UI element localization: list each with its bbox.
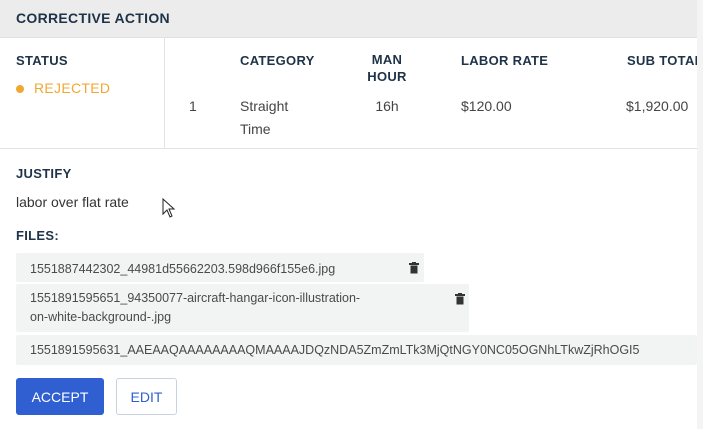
column-header-sub-total: SUB TOTAL — [627, 53, 697, 68]
status-column: STATUS REJECTED — [0, 38, 165, 148]
status-label: STATUS — [16, 53, 68, 68]
section-header: CORRECTIVE ACTION — [0, 0, 697, 38]
file-item[interactable]: 1551891595631_AAEAAQAAAAAAAAQMAAAAJDQzND… — [16, 335, 697, 365]
scroll-gutter — [697, 0, 703, 429]
row-labor-rate: $120.00 — [461, 98, 512, 114]
column-header-category: CATEGORY — [240, 53, 315, 68]
accept-button[interactable]: ACCEPT — [16, 378, 104, 415]
column-header-man-hour: MAN HOUR — [357, 51, 417, 85]
file-name-line2[interactable]: on-white-background-.jpg — [30, 308, 360, 327]
file-item[interactable]: 1551891595651_94350077-aircraft-hangar-i… — [16, 284, 469, 332]
trash-icon[interactable] — [409, 262, 419, 274]
row-man-hour: 16h — [375, 98, 399, 114]
row-sub-total: $1,920.00 — [626, 98, 689, 114]
column-header-labor-rate: LABOR RATE — [461, 53, 549, 68]
row-category-line2: Time — [240, 121, 271, 137]
file-name-line1[interactable]: 1551891595651_94350077-aircraft-hangar-i… — [30, 289, 360, 308]
section-title: CORRECTIVE ACTION — [16, 10, 170, 26]
corrective-action-summary: STATUS REJECTED CATEGORY MAN HOUR LABOR … — [0, 38, 697, 149]
file-item[interactable]: 1551887442302_44981d55662203.598d966f155… — [16, 253, 424, 282]
status-badge: REJECTED — [34, 80, 111, 96]
justify-text: labor over flat rate — [16, 194, 129, 210]
file-name[interactable]: 1551891595651_94350077-aircraft-hangar-i… — [30, 289, 360, 327]
trash-icon[interactable] — [455, 293, 465, 305]
mouse-cursor-icon — [162, 198, 176, 218]
labor-table: CATEGORY MAN HOUR LABOR RATE SUB TOTAL 1… — [165, 38, 697, 148]
row-category-line1: Straight — [240, 98, 289, 114]
status-dot-icon — [16, 85, 24, 93]
row-category: Straight Time — [240, 95, 288, 141]
column-header-man-hour-line2: HOUR — [367, 69, 407, 84]
column-header-man-hour-line1: MAN — [371, 52, 403, 67]
edit-button[interactable]: EDIT — [116, 378, 177, 415]
files-label: FILES: — [16, 228, 59, 243]
row-index: 1 — [189, 98, 197, 114]
file-name[interactable]: 1551891595631_AAEAAQAAAAAAAAQMAAAAJDQzND… — [30, 340, 639, 360]
justify-label: JUSTIFY — [16, 166, 72, 181]
file-name[interactable]: 1551887442302_44981d55662203.598d966f155… — [30, 259, 335, 279]
